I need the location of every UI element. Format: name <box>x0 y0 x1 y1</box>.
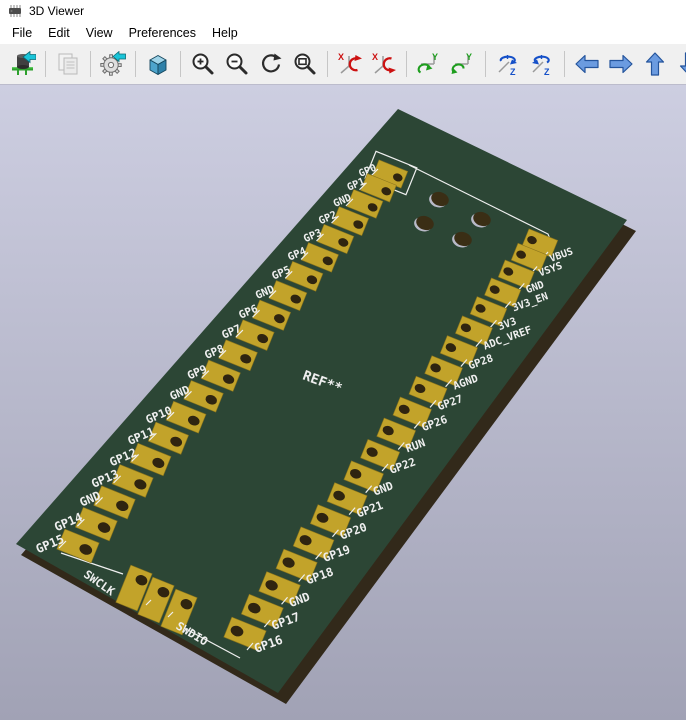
toolbar-separator <box>180 51 181 77</box>
menu-preferences[interactable]: Preferences <box>121 23 204 43</box>
menu-bar: File Edit View Preferences Help <box>0 22 686 44</box>
svg-text:X: X <box>338 52 344 62</box>
toolbar-separator <box>90 51 91 77</box>
zoom-out-button[interactable] <box>222 48 252 80</box>
rotate-y-ccw-icon: Y <box>450 51 476 77</box>
toolbar-separator <box>406 51 407 77</box>
3d-viewport[interactable]: GP0GP1GNDGP2GP3GP4GP5GNDGP6GP7GP8GP9GNDG… <box>0 85 686 720</box>
zoom-to-fit-button[interactable] <box>290 48 320 80</box>
arrow-right-icon <box>608 51 634 77</box>
toolbar-separator <box>45 51 46 77</box>
arrow-left-icon <box>574 51 600 77</box>
move-down-button[interactable] <box>674 48 686 80</box>
menu-file[interactable]: File <box>4 23 40 43</box>
pcb-3d-render: GP0GP1GNDGP2GP3GP4GP5GNDGP6GP7GP8GP9GNDG… <box>0 85 686 720</box>
copy-image-icon <box>55 51 81 77</box>
rotate-x-ccw-icon: X <box>371 51 397 77</box>
zoom-to-fit-icon <box>292 51 318 77</box>
svg-text:X: X <box>372 52 378 62</box>
render-options-gear-icon <box>100 51 126 77</box>
toolbar-separator <box>564 51 565 77</box>
cube-icon <box>145 51 171 77</box>
svg-text:Y: Y <box>466 52 472 62</box>
reload-board-icon <box>10 51 36 77</box>
board-face <box>16 109 627 693</box>
svg-text:Z: Z <box>544 67 550 77</box>
rotate-z-cw-icon: Z <box>495 51 521 77</box>
zoom-out-icon <box>224 51 250 77</box>
move-up-button[interactable] <box>640 48 670 80</box>
toolbar-separator <box>485 51 486 77</box>
arrow-down-icon <box>676 51 686 77</box>
redraw-icon <box>258 51 284 77</box>
arrow-up-icon <box>642 51 668 77</box>
render-options-button[interactable] <box>98 48 128 80</box>
window-title: 3D Viewer <box>29 4 84 18</box>
menu-edit[interactable]: Edit <box>40 23 78 43</box>
menu-help[interactable]: Help <box>204 23 246 43</box>
title-bar: 3D Viewer <box>0 0 686 22</box>
rotate-z-ccw-icon: Z <box>529 51 555 77</box>
move-left-button[interactable] <box>572 48 602 80</box>
3d-viewer-window: 3D Viewer File Edit View Preferences Hel… <box>0 0 686 720</box>
svg-text:Y: Y <box>432 52 438 62</box>
chip-icon <box>7 3 23 19</box>
copy-image-button[interactable] <box>53 48 83 80</box>
zoom-in-icon <box>190 51 216 77</box>
redraw-button[interactable] <box>256 48 286 80</box>
rotate-x-ccw-button[interactable]: X <box>369 48 399 80</box>
toolbar: X X Y <box>0 44 686 85</box>
projection-cube-button[interactable] <box>143 48 173 80</box>
zoom-in-button[interactable] <box>188 48 218 80</box>
rotate-x-cw-button[interactable]: X <box>335 48 365 80</box>
rotate-y-cw-button[interactable]: Y <box>414 48 444 80</box>
move-right-button[interactable] <box>606 48 636 80</box>
rotate-z-cw-button[interactable]: Z <box>493 48 523 80</box>
rotate-y-cw-icon: Y <box>416 51 442 77</box>
rotate-y-ccw-button[interactable]: Y <box>448 48 478 80</box>
svg-text:Z: Z <box>510 67 516 77</box>
rotate-x-cw-icon: X <box>337 51 363 77</box>
reload-board-button[interactable] <box>8 48 38 80</box>
toolbar-separator <box>135 51 136 77</box>
menu-view[interactable]: View <box>78 23 121 43</box>
toolbar-separator <box>327 51 328 77</box>
rotate-z-ccw-button[interactable]: Z <box>527 48 557 80</box>
